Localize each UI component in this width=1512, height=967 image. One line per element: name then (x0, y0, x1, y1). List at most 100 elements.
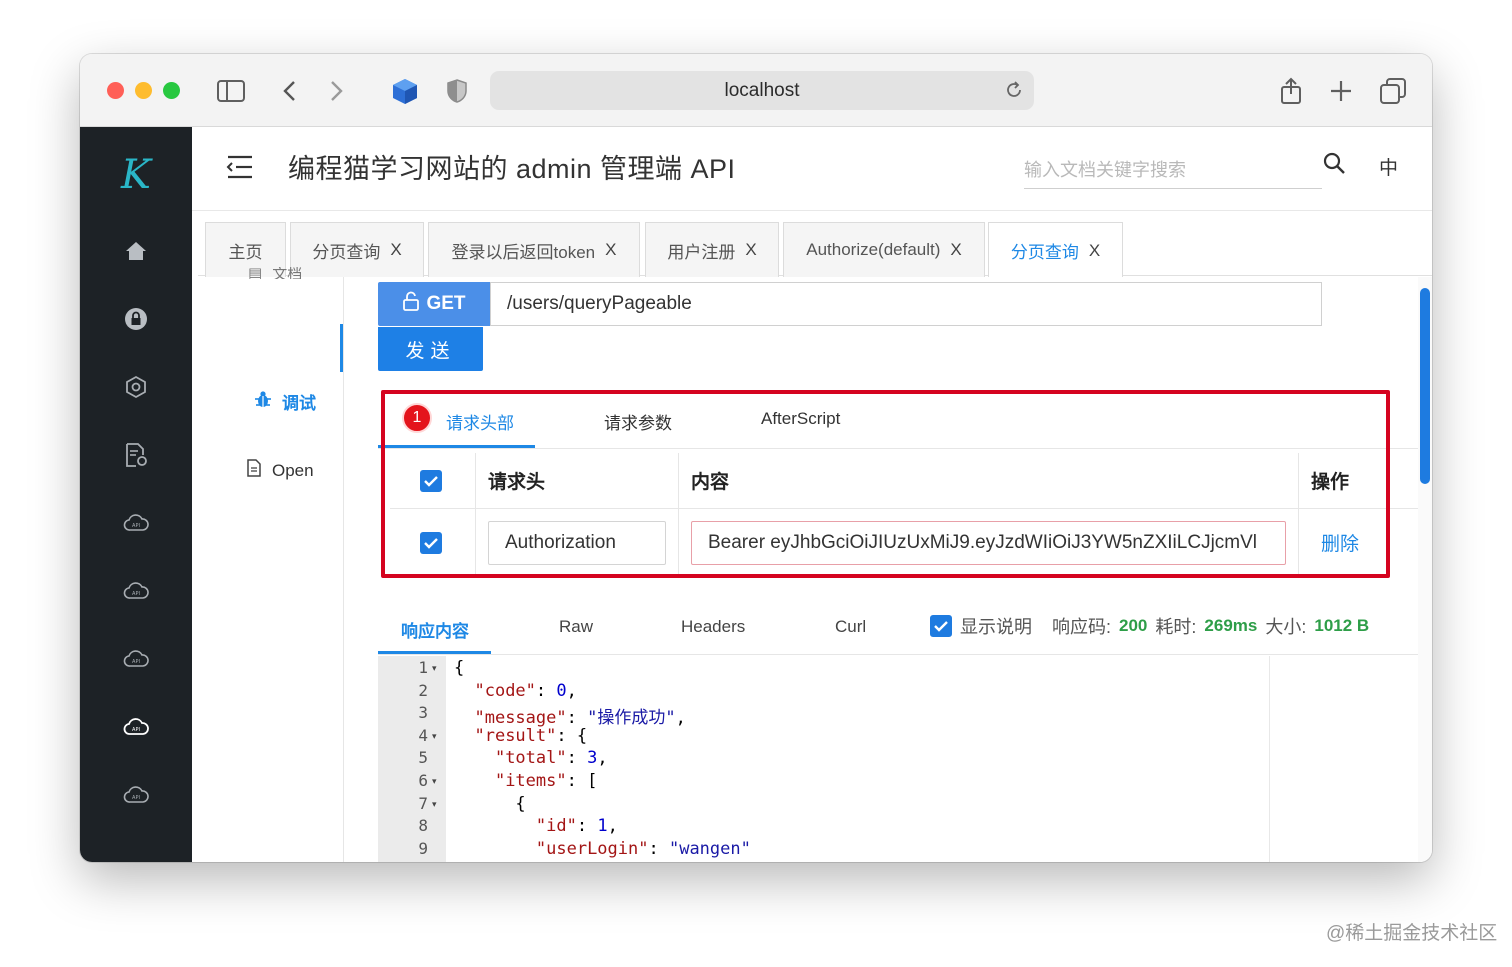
page-title: 编程猫学习网站的 admin 管理端 API (288, 154, 736, 184)
privacy-shield-icon[interactable] (440, 74, 474, 108)
close-tab-icon[interactable]: X (950, 240, 961, 260)
response-code-editor[interactable]: 1 ▾ {2 "code": 0, 3 "message": "操作成功", 4 ▾ "r… (378, 656, 1422, 862)
fold-toggle-icon[interactable]: ▾ (432, 776, 437, 787)
code-line: "message": "操作成功", (474, 708, 686, 729)
tab-response-content[interactable]: 响应内容 (401, 617, 469, 642)
search-icon[interactable] (1322, 151, 1346, 175)
api-cloud-icon[interactable]: API (122, 577, 150, 605)
app-icon-sidebar: K API API API API API (80, 127, 192, 862)
code-line: "userLogin": "wangen" (535, 838, 751, 859)
status-code-value: 200 (1119, 616, 1148, 635)
line-number: 5 (418, 748, 428, 768)
minimize-window-button[interactable] (135, 82, 152, 99)
document-icon: ▤ (248, 267, 263, 279)
back-icon[interactable] (272, 74, 306, 108)
address-bar[interactable]: localhost (490, 71, 1034, 110)
share-icon[interactable] (1274, 74, 1308, 108)
highlight-annotation-box (381, 390, 1390, 578)
address-text: localhost (724, 79, 800, 101)
tab-label: 分页查询 (312, 242, 381, 262)
extension-cube-icon[interactable] (388, 74, 422, 108)
screenshot-stage: localhost K API API API API API 编程猫学习网站的… (0, 0, 1512, 967)
svg-text:API: API (132, 523, 140, 529)
sub-item-debug[interactable]: 调试 (254, 389, 316, 414)
code-line: "id": 1, (535, 816, 618, 837)
file-icon (246, 459, 262, 482)
tab-pageable-query-active[interactable]: 分页查询 X (988, 222, 1123, 278)
sub-item-docs[interactable]: ▤ 文档 (248, 267, 302, 279)
tab-curl[interactable]: Curl (835, 617, 866, 637)
close-tab-icon[interactable]: X (745, 240, 756, 260)
show-description-checkbox[interactable] (930, 615, 952, 637)
fold-toggle-icon[interactable]: ▾ (432, 663, 437, 674)
tab-headers[interactable]: Headers (681, 617, 745, 637)
code-line: { (454, 658, 465, 678)
active-tab-underline (378, 651, 491, 654)
tab-overview-icon[interactable] (1376, 74, 1410, 108)
debug-panel: GET /users/queryPageable 发送 1 请求头部 请求参数 … (378, 277, 1422, 862)
tab-label: Authorize(default) (806, 240, 941, 259)
api-sub-navigation: ▤ 文档 调试 Open (198, 267, 344, 862)
elapsed-value: 269ms (1204, 616, 1258, 635)
request-path-input[interactable]: /users/queryPageable (490, 282, 1322, 326)
doc-tab-strip: 主页 分页查询 X 登录以后返回token X 用户注册 X Authorize… (198, 214, 1432, 278)
bug-icon (254, 390, 272, 413)
active-indicator (340, 324, 343, 372)
tab-label: 用户注册 (667, 242, 736, 262)
reload-icon[interactable] (1004, 80, 1024, 106)
browser-window: localhost K API API API API API 编程猫学习网站的… (80, 54, 1432, 862)
http-method-badge: GET (378, 282, 490, 326)
api-cloud-icon[interactable]: API (122, 781, 150, 809)
status-code-label: 响应码: (1052, 617, 1112, 637)
close-window-button[interactable] (107, 82, 124, 99)
tab-user-register[interactable]: 用户注册 X (645, 222, 779, 277)
tab-pageable-query[interactable]: 分页查询 X (290, 222, 424, 277)
menu-toggle-icon[interactable] (226, 154, 254, 180)
tab-raw[interactable]: Raw (559, 617, 593, 637)
api-cloud-icon[interactable]: API (122, 509, 150, 537)
response-meta: 显示说明 响应码: 200 耗时: 269ms 大小: 1012 B (930, 613, 1369, 639)
send-button[interactable]: 发送 (378, 327, 483, 371)
line-number: 8 (418, 816, 428, 836)
sub-item-label: Open (272, 460, 314, 480)
line-number: 1 (418, 658, 428, 677)
svg-text:API: API (132, 659, 140, 665)
line-number: 2 (418, 680, 428, 700)
doc-search-input[interactable]: 输入文档关键字搜索 (1024, 149, 1322, 189)
browser-toolbar: localhost (80, 54, 1432, 127)
sub-item-open[interactable]: Open (246, 459, 314, 482)
api-cloud-icon-active[interactable]: API (122, 713, 150, 741)
language-switch[interactable]: 中 (1379, 153, 1398, 180)
code-line: { (454, 793, 526, 814)
settings-cube-icon[interactable] (122, 373, 150, 401)
api-cloud-icon[interactable]: API (122, 645, 150, 673)
svg-text:API: API (132, 727, 140, 733)
sidebar-toggle-icon[interactable] (214, 74, 248, 108)
vertical-scrollbar[interactable] (1420, 288, 1430, 484)
code-line: "result": { (474, 725, 588, 746)
unlock-icon (402, 291, 420, 317)
zoom-window-button[interactable] (163, 82, 180, 99)
elapsed-label: 耗时: (1155, 617, 1197, 637)
svg-text:API: API (132, 591, 140, 597)
size-value: 1012 B (1314, 616, 1370, 635)
close-tab-icon[interactable]: X (390, 240, 401, 260)
method-label: GET (426, 293, 466, 314)
fold-toggle-icon[interactable]: ▾ (432, 799, 437, 810)
close-tab-icon[interactable]: X (1089, 241, 1100, 261)
close-tab-icon[interactable]: X (605, 240, 616, 260)
tab-authorize[interactable]: Authorize(default) X (783, 222, 985, 277)
new-tab-icon[interactable] (1324, 74, 1358, 108)
document-settings-icon[interactable] (122, 441, 150, 469)
forward-icon[interactable] (320, 74, 354, 108)
line-number: 6 (418, 771, 428, 790)
line-number: 7 (418, 793, 428, 813)
home-icon[interactable] (122, 237, 150, 265)
tab-label: 登录以后返回token (451, 242, 596, 262)
show-description-label: 显示说明 (960, 617, 1032, 637)
app-header: 编程猫学习网站的 admin 管理端 API 输入文档关键字搜索 中 (192, 127, 1432, 211)
fold-toggle-icon[interactable]: ▾ (432, 731, 437, 742)
tab-login-token[interactable]: 登录以后返回token X (428, 222, 640, 277)
lock-icon[interactable] (122, 305, 150, 333)
line-number: 9 (418, 838, 428, 858)
